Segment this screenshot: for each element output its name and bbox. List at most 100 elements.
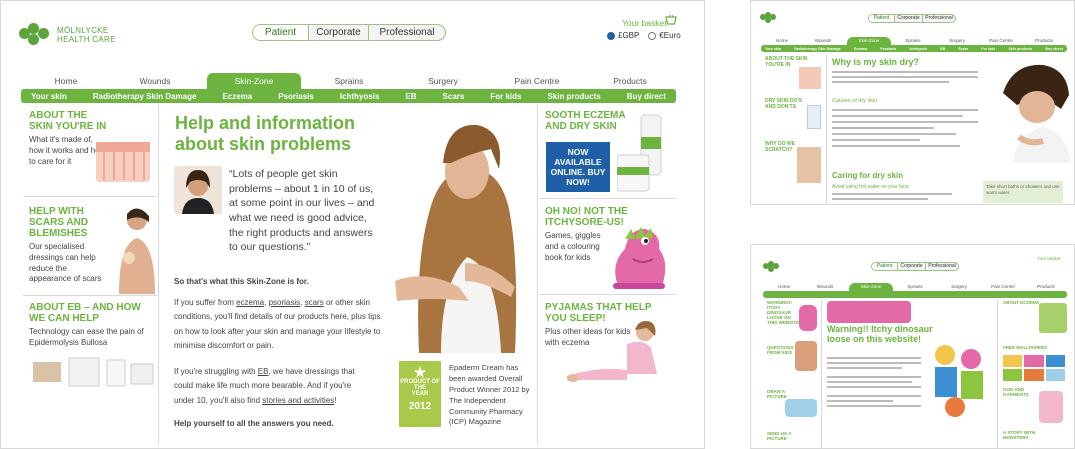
thumbnail-dry-skin-page: Patient Corporate Professional Home Woun… bbox=[750, 0, 1075, 205]
thumb2-subnav-item[interactable]: Scars bbox=[958, 47, 968, 51]
gbp-radio[interactable] bbox=[607, 31, 615, 40]
closing-line: Help yourself to all the answers you nee… bbox=[174, 419, 334, 428]
thumb3-nav-wounds[interactable]: Wounds bbox=[801, 283, 849, 291]
thumb3-heading: Warning!! Itchy dinosaur loose on this w… bbox=[827, 324, 933, 344]
thumb2-tab-corporate[interactable]: Corporate bbox=[895, 15, 923, 22]
thumb3-nav-pain-centre[interactable]: Pain Centre bbox=[981, 283, 1025, 291]
basket-icon[interactable] bbox=[665, 13, 677, 25]
euro-radio[interactable] bbox=[648, 31, 657, 40]
link-scars[interactable]: scars bbox=[305, 298, 324, 307]
thumb2-nav-home[interactable]: Home bbox=[765, 37, 799, 45]
thumb2-subnav-item[interactable]: Ichthyosis bbox=[909, 47, 927, 51]
thumb2-left-3[interactable]: WHY DO WE SCRATCH? bbox=[765, 141, 799, 153]
subnav-psoriasis[interactable]: Psoriasis bbox=[278, 92, 314, 101]
thumb2-tab-professional[interactable]: Professional bbox=[923, 15, 955, 22]
thumb2-nav-wounds[interactable]: Wounds bbox=[799, 37, 847, 45]
buy-now-button[interactable]: NOW AVAILABLE ONLINE. BUY NOW! bbox=[546, 142, 610, 192]
subnav-eczema[interactable]: Eczema bbox=[222, 92, 252, 101]
badge-line2: YEAR bbox=[411, 391, 429, 397]
tab-patient[interactable]: Patient bbox=[253, 25, 309, 40]
nav-products[interactable]: Products bbox=[585, 73, 675, 89]
thumb3-tab-patient[interactable]: Patient bbox=[872, 263, 898, 270]
thumb2-subnav-item[interactable]: Eczema bbox=[854, 47, 867, 51]
promo-eb[interactable]: ABOUT EB – AND HOW WE CAN HELP Technolog… bbox=[29, 302, 154, 349]
woman-scratching-image bbox=[389, 113, 535, 353]
subnav-eb[interactable]: EB bbox=[405, 92, 416, 101]
logo-dots-icon bbox=[19, 23, 53, 47]
link-eczema[interactable]: eczema bbox=[236, 298, 264, 307]
thumb2-nav-pain-centre[interactable]: Pain Centre bbox=[979, 37, 1023, 45]
thumb3-tab-corporate[interactable]: Corporate bbox=[898, 263, 926, 270]
promo-scars[interactable]: HELP WITH SCARS AND BLEMISHES Our specia… bbox=[29, 206, 119, 285]
thumb2-subheading2: Avoid using hot water on your face bbox=[832, 184, 909, 190]
thumb3-tab-professional[interactable]: Professional bbox=[926, 263, 958, 270]
eb-dressings-image bbox=[31, 356, 155, 388]
thumb2-subnav-item[interactable]: Radiotherapy Skin Damage bbox=[794, 47, 841, 51]
thumb3-nav-surgery[interactable]: Surgery bbox=[937, 283, 981, 291]
thumb2-nav-sprains[interactable]: Sprains bbox=[891, 37, 935, 45]
skin-layers-image bbox=[94, 136, 152, 188]
thumb2-nav-skin-zone[interactable]: Skin-Zone bbox=[847, 37, 891, 45]
sub-nav: Your skin Radiotherapy Skin Damage Eczem… bbox=[21, 89, 676, 103]
subnav-radiotherapy[interactable]: Radiotherapy Skin Damage bbox=[93, 92, 197, 101]
basket-link[interactable]: Your basket bbox=[622, 18, 667, 28]
link-eb[interactable]: EB bbox=[258, 367, 269, 376]
subnav-buy-direct[interactable]: Buy direct bbox=[627, 92, 666, 101]
thumb2-glass-image bbox=[807, 105, 821, 129]
thumb3-dinosaur-image bbox=[799, 305, 817, 331]
product-of-year-badge: ★ PRODUCT OF THE YEAR 2012 bbox=[399, 361, 441, 427]
molnlycke-logo[interactable]: MÖLNLYCKE HEALTH CARE bbox=[19, 23, 139, 49]
thumb2-subnav: Your skin Radiotherapy Skin Damage Eczem… bbox=[761, 45, 1067, 52]
link-psoriasis[interactable]: psoriasis bbox=[269, 298, 301, 307]
thumb2-subnav-item[interactable]: For kids bbox=[981, 47, 995, 51]
nav-wounds[interactable]: Wounds bbox=[103, 73, 207, 89]
nav-surgery[interactable]: Surgery bbox=[397, 73, 489, 89]
thumb3-right-1[interactable]: ABOUT ECZEMA bbox=[1003, 300, 1043, 306]
thumb2-logo[interactable] bbox=[760, 12, 800, 24]
thumb3-left-4[interactable]: SEND US A PICTURE bbox=[767, 431, 797, 442]
thumb2-nav-products[interactable]: Products bbox=[1023, 37, 1065, 45]
thumb3-nav-home[interactable]: Home bbox=[767, 283, 801, 291]
subnav-scars[interactable]: Scars bbox=[443, 92, 465, 101]
nav-home[interactable]: Home bbox=[29, 73, 103, 89]
thumb3-eczema-image bbox=[1039, 303, 1067, 333]
thumb3-right-4[interactable]: A STORY WITH MONSTERS bbox=[1003, 430, 1039, 441]
thumb2-nav-surgery[interactable]: Surgery bbox=[935, 37, 979, 45]
tab-professional[interactable]: Professional bbox=[369, 25, 445, 40]
promo-eb-text: Technology can ease the pain of Epidermo… bbox=[29, 327, 144, 347]
page-title: Help and information about skin problems bbox=[175, 113, 355, 154]
thumb2-subnav-item[interactable]: Skin products bbox=[1008, 47, 1032, 51]
thumb3-nav-products[interactable]: Products bbox=[1025, 283, 1067, 291]
thumb3-nav-skin-zone[interactable]: Skin-Zone bbox=[849, 283, 893, 291]
thumb2-subnav-item[interactable]: Buy direct bbox=[1045, 47, 1063, 51]
thumb2-tab-patient[interactable]: Patient bbox=[869, 15, 895, 22]
subnav-skin-products[interactable]: Skin products bbox=[547, 92, 600, 101]
woman-shoulder-image bbox=[113, 204, 157, 294]
thumb3-left-2[interactable]: QUESTIONS FROM KIDS bbox=[767, 345, 797, 356]
tab-corporate[interactable]: Corporate bbox=[309, 25, 369, 40]
epaderm-products-image bbox=[616, 111, 673, 195]
thumb2-subnav-item[interactable]: Psoriasis bbox=[880, 47, 896, 51]
thumb3-audience-tabs: Patient Corporate Professional bbox=[871, 262, 959, 271]
thumb3-nav: Home Wounds Skin-Zone Sprains Surgery Pa… bbox=[767, 283, 1067, 291]
nav-sprains[interactable]: Sprains bbox=[301, 73, 397, 89]
promo-scars-title: HELP WITH SCARS AND BLEMISHES bbox=[29, 206, 89, 239]
thumb2-left-2[interactable]: DRY SKIN DO'S AND DON'TS bbox=[765, 98, 809, 110]
thumb2-subnav-item[interactable]: Your skin bbox=[765, 47, 781, 51]
thumb3-logo[interactable] bbox=[763, 261, 803, 273]
subnav-ichthyosis[interactable]: Ichthyosis bbox=[340, 92, 380, 101]
thumb2-subnav-item[interactable]: EB bbox=[940, 47, 945, 51]
thumb3-left-1[interactable]: WARNING!! ITCHY DINOSAUR LOOSE ON THIS W… bbox=[767, 300, 801, 326]
nav-skin-zone[interactable]: Skin-Zone bbox=[207, 73, 301, 89]
nav-pain-centre[interactable]: Pain Centre bbox=[489, 73, 585, 89]
audience-tabs: Patient Corporate Professional bbox=[252, 24, 446, 41]
thumb3-subnav bbox=[763, 291, 1067, 298]
link-stories-activities[interactable]: stories and activities bbox=[262, 396, 334, 405]
thumb3-right-2[interactable]: FREE WALLPAPERS bbox=[1003, 345, 1063, 351]
thumb3-nav-sprains[interactable]: Sprains bbox=[893, 283, 937, 291]
thumb3-basket[interactable]: Your basket bbox=[1037, 256, 1061, 261]
subnav-your-skin[interactable]: Your skin bbox=[31, 92, 67, 101]
thumb3-right-3[interactable]: GOD AND GARMENTS bbox=[1003, 387, 1039, 398]
subnav-for-kids[interactable]: For kids bbox=[490, 92, 521, 101]
thumb2-woman-washing-image bbox=[983, 53, 1073, 163]
